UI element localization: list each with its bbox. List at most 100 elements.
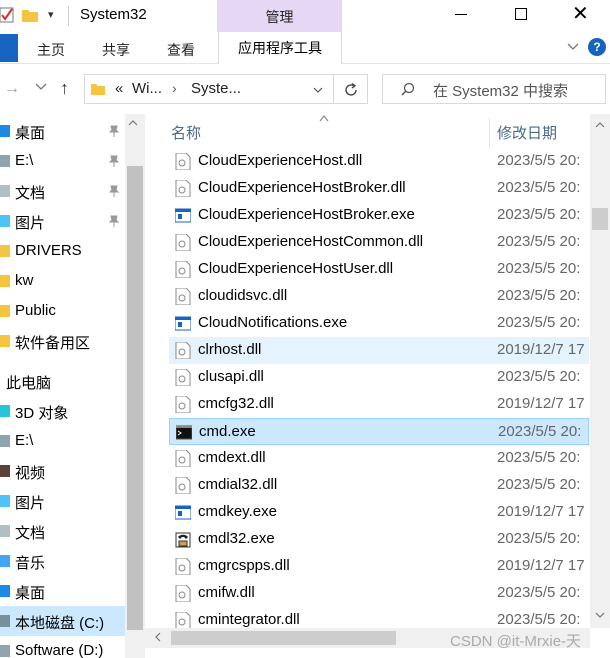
- tab-share[interactable]: 共享: [102, 40, 130, 60]
- exe-icon: [175, 208, 191, 223]
- maximize-icon[interactable]: [515, 8, 527, 20]
- file-name: CloudExperienceHostUser.dll: [198, 260, 394, 277]
- column-divider[interactable]: [489, 118, 490, 148]
- properties-check-icon[interactable]: [0, 6, 14, 24]
- file-list-vertical-scrollbar-thumb[interactable]: [592, 208, 608, 230]
- sidebar-item-3d-objects[interactable]: 3D 对象: [0, 396, 125, 426]
- sidebar-item-pictures-pinned[interactable]: 图片: [0, 206, 125, 236]
- file-row[interactable]: CloudExperienceHostBroker.dll 2023/5/5 2…: [169, 175, 589, 202]
- sidebar-item-label: 本地磁盘 (C:): [15, 615, 105, 632]
- phone-exe-icon: [175, 532, 191, 548]
- file-row[interactable]: cmcfg32.dll 2019/12/7 17: [169, 391, 589, 418]
- sidebar-item-kw[interactable]: kw: [0, 266, 125, 296]
- breadcrumb-separator-icon[interactable]: ›: [172, 80, 177, 96]
- file-row[interactable]: cmgrcspps.dll 2019/12/7 17: [169, 553, 589, 580]
- scroll-up-arrow-icon[interactable]: [128, 118, 138, 128]
- pin-icon[interactable]: [108, 215, 120, 227]
- file-row[interactable]: CloudNotifications.exe 2023/5/5 20:: [169, 310, 589, 337]
- file-row[interactable]: clrhost.dll 2019/12/7 17: [169, 337, 589, 364]
- file-row[interactable]: cmintegrator.dll 2023/5/5 20:: [169, 607, 589, 628]
- nav-scrollbar-thumb[interactable]: [127, 166, 143, 630]
- sidebar-item-documents[interactable]: 文档: [0, 516, 125, 546]
- address-bar[interactable]: « Wi... › Syste...: [84, 74, 334, 104]
- sidebar-item-software-d[interactable]: Software (D:): [0, 636, 125, 658]
- file-name: cmd.exe: [199, 423, 256, 440]
- scroll-left-arrow-icon[interactable]: [153, 632, 163, 642]
- refresh-button[interactable]: [334, 74, 368, 104]
- pin-icon[interactable]: [108, 125, 120, 137]
- minimize-icon[interactable]: [455, 14, 467, 15]
- file-row-selected[interactable]: cmd.exe 2023/5/5 20:: [169, 418, 589, 445]
- sidebar-item-label: 桌面: [15, 585, 46, 602]
- file-row[interactable]: CloudExperienceHostCommon.dll 2023/5/5 2…: [169, 229, 589, 256]
- file-row[interactable]: cmdext.dll 2023/5/5 20:: [169, 445, 589, 472]
- file-list-horizontal-scrollbar-thumb[interactable]: [171, 631, 396, 645]
- dll-icon: [175, 288, 191, 305]
- tab-view[interactable]: 查看: [167, 40, 195, 60]
- column-header-name[interactable]: 名称: [171, 122, 201, 143]
- tab-home[interactable]: 主页: [37, 40, 65, 60]
- scroll-up-arrow-icon[interactable]: [595, 120, 605, 130]
- up-arrow-icon[interactable]: ↑: [60, 78, 69, 99]
- sidebar-item-music[interactable]: 音乐: [0, 546, 125, 576]
- sidebar-item-e-drive[interactable]: E:\: [0, 426, 125, 456]
- file-date: 2023/5/5 20:: [497, 179, 581, 196]
- scroll-down-arrow-icon[interactable]: [595, 610, 605, 620]
- exe-icon: [175, 316, 191, 331]
- sidebar-item-documents-pinned[interactable]: 文档: [0, 176, 125, 206]
- recent-locations-chevron-icon[interactable]: [34, 80, 48, 94]
- file-row[interactable]: cmifw.dll 2023/5/5 20:: [169, 580, 589, 607]
- videos-icon: [0, 465, 10, 477]
- search-icon: [401, 82, 415, 96]
- file-row[interactable]: cloudidsvc.dll 2023/5/5 20:: [169, 283, 589, 310]
- file-row[interactable]: CloudExperienceHostUser.dll 2023/5/5 20:: [169, 256, 589, 283]
- pictures-icon: [0, 495, 10, 507]
- sidebar-item-drivers[interactable]: DRIVERS: [0, 236, 125, 266]
- sidebar-item-pictures[interactable]: 图片: [0, 486, 125, 516]
- back-arrow-icon[interactable]: →: [4, 80, 20, 98]
- address-overflow[interactable]: «: [115, 80, 123, 97]
- file-name: cmdext.dll: [198, 449, 266, 466]
- folder-icon: [0, 335, 10, 347]
- file-date: 2019/12/7 17: [497, 557, 585, 574]
- manage-context-tab[interactable]: 管理: [217, 0, 342, 32]
- sidebar-item-local-disk-c[interactable]: 本地磁盘 (C:): [0, 606, 125, 636]
- pin-icon[interactable]: [108, 185, 120, 197]
- help-icon[interactable]: ?: [588, 38, 606, 56]
- sidebar-item-this-pc[interactable]: 此电脑: [0, 366, 125, 396]
- file-date: 2023/5/5 20:: [497, 530, 581, 547]
- search-input[interactable]: 在 System32 中搜索: [382, 74, 606, 104]
- file-row[interactable]: clusapi.dll 2023/5/5 20:: [169, 364, 589, 391]
- dll-icon: [175, 342, 191, 359]
- breadcrumb-windows[interactable]: Wi...: [132, 80, 162, 97]
- sidebar-item-public[interactable]: Public: [0, 296, 125, 326]
- sidebar-item-label: 文档: [15, 185, 46, 202]
- address-dropdown-chevron-icon[interactable]: [313, 85, 323, 95]
- file-row[interactable]: CloudExperienceHostBroker.exe 2023/5/5 2…: [169, 202, 589, 229]
- sidebar-item-desktop-pinned[interactable]: 桌面: [0, 116, 125, 146]
- file-row[interactable]: cmdkey.exe 2019/12/7 17: [169, 499, 589, 526]
- file-row[interactable]: CloudExperienceHost.dll 2023/5/5 20:: [169, 148, 589, 175]
- new-folder-icon[interactable]: [22, 8, 38, 22]
- sidebar-item-desktop[interactable]: 桌面: [0, 576, 125, 606]
- file-tab[interactable]: [0, 34, 18, 62]
- file-name: cmdkey.exe: [198, 503, 277, 520]
- sidebar-item-label: DRIVERS: [15, 242, 82, 259]
- file-list-vertical-scrollbar[interactable]: [590, 114, 610, 628]
- dll-icon: [175, 153, 191, 170]
- sidebar-item-label: 3D 对象: [15, 405, 69, 422]
- breadcrumb-system32[interactable]: Syste...: [191, 80, 241, 97]
- sidebar-item-e-drive-pinned[interactable]: E:\: [0, 146, 125, 176]
- sidebar-item-videos[interactable]: 视频: [0, 456, 125, 486]
- sidebar-item-software-backup[interactable]: 软件备用区: [0, 326, 125, 356]
- sidebar-item-label: E:\: [15, 432, 34, 449]
- expand-ribbon-chevron-icon[interactable]: [566, 40, 580, 54]
- file-row[interactable]: cmdial32.dll 2023/5/5 20:: [169, 472, 589, 499]
- sidebar-item-label: 软件备用区: [15, 335, 91, 352]
- close-icon[interactable]: ✕: [572, 2, 589, 26]
- pin-icon[interactable]: [108, 155, 120, 167]
- quick-access-dropdown-icon[interactable]: ▾: [48, 8, 54, 21]
- tab-application-tools[interactable]: 应用程序工具: [218, 32, 342, 64]
- column-header-date-modified[interactable]: 修改日期: [497, 122, 557, 143]
- file-row[interactable]: cmdl32.exe 2023/5/5 20:: [169, 526, 589, 553]
